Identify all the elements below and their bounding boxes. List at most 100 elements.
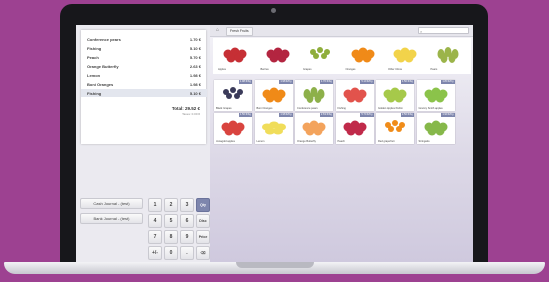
category-label: Berries <box>260 68 269 71</box>
order-line[interactable]: Peach 5.70 € <box>87 53 201 61</box>
berries-icon <box>263 42 293 63</box>
numpad-key[interactable]: 4 <box>148 214 162 228</box>
order-line-name: Fishing <box>87 45 102 51</box>
numpad-mode-⌫[interactable]: ⌫ <box>196 246 210 260</box>
grapefruit-icon <box>380 115 410 136</box>
numpad-key[interactable]: 7 <box>148 230 162 244</box>
product-name: Red grapefruit <box>378 140 395 143</box>
order-line-price: 5.10 € <box>189 45 201 51</box>
peach-icon <box>340 82 370 103</box>
order-panel: Conference pears 1.70 € Fishing 5.10 € Peach… <box>76 25 210 262</box>
numpad-mode-price[interactable]: Price <box>196 230 210 244</box>
numpad-key[interactable]: 1 <box>148 198 162 212</box>
order-taxes: Taxes: 0.00 € <box>182 112 200 116</box>
order-ticket: Conference pears 1.70 € Fishing 5.10 € Peach… <box>81 30 207 144</box>
category-tile[interactable]: Grapes <box>301 40 338 71</box>
order-line-name: Peach <box>87 54 99 60</box>
home-icon[interactable]: ⌂ <box>214 27 221 34</box>
product-card[interactable]: 1.70 €/Kg Conference pears <box>295 80 333 111</box>
product-card[interactable]: 1.98 €/Kg Black Grapes <box>214 80 252 111</box>
product-card[interactable]: 5.10 €/Kg Fishing <box>335 80 374 111</box>
category-tile[interactable]: Berries <box>259 40 296 71</box>
peach-icon <box>340 115 370 136</box>
apple-icon <box>218 115 248 136</box>
lemon-icon <box>259 115 289 136</box>
category-tile[interactable]: Pears <box>429 40 466 71</box>
category-label: Apples <box>218 68 226 71</box>
numpad-key[interactable]: 3 <box>180 198 194 212</box>
category-label: Oranges <box>345 68 356 71</box>
order-line[interactable]: Orange Butterfly 2.63 € <box>87 62 201 70</box>
order-line-price: 2.63 € <box>189 63 201 69</box>
product-name: Lemon <box>256 140 265 143</box>
product-name: Orange Butterfly <box>297 140 316 143</box>
numpad-key[interactable]: 6 <box>180 214 194 228</box>
payment-method-button[interactable]: Bank Journal - (test) <box>80 213 143 224</box>
apple-icon <box>421 82 451 103</box>
numpad-key[interactable]: +/- <box>148 246 162 260</box>
orange-icon <box>299 115 329 136</box>
product-name: Peach <box>337 140 345 143</box>
product-card[interactable]: 1.50 €/Kg Golden Apples Perlim <box>376 80 414 111</box>
order-line-name: Boni Oranges <box>87 81 114 87</box>
product-card[interactable]: 1.98 €/Kg Lemon <box>254 113 293 144</box>
numpad-key[interactable]: 0 <box>164 246 178 260</box>
oranges-icon <box>348 42 378 63</box>
grapes-icon <box>305 42 335 63</box>
product-card[interactable]: 1.90 €/Kg Stringatto <box>416 113 455 144</box>
camera-dot <box>271 8 276 13</box>
numpad-key[interactable]: 5 <box>164 214 178 228</box>
order-line[interactable]: Lemon 1.98 € <box>87 71 201 79</box>
category-label: Pears <box>430 68 438 71</box>
order-line[interactable]: Boni Oranges 1.98 € <box>87 80 201 88</box>
breadcrumb-category[interactable]: Fresh Fruits <box>226 27 253 36</box>
product-name: Golden Apples Perlim <box>378 107 403 110</box>
product-card[interactable]: 1.80 €/Kg Granny Smith apples <box>416 80 455 111</box>
apples-icon <box>220 42 250 63</box>
numpad-mode-disc[interactable]: Disc <box>196 214 210 228</box>
category-tile[interactable]: Oranges <box>344 40 381 71</box>
apple-icon <box>421 115 451 136</box>
laptop-notch <box>236 262 314 268</box>
order-line-name: Fishing <box>87 90 102 96</box>
search-icon: ⌕ <box>420 29 423 34</box>
payment-method-button[interactable]: Cash Journal - (test) <box>80 198 143 209</box>
order-line[interactable]: Conference pears 1.70 € <box>87 35 201 43</box>
numpad-key[interactable]: 9 <box>180 230 194 244</box>
product-name: Granny Smith apples <box>418 107 443 110</box>
order-line-price: 1.70 € <box>189 36 201 42</box>
order-line[interactable]: Fishing 5.10 € <box>87 44 201 52</box>
numpad-key[interactable]: . <box>180 246 194 260</box>
category-tile[interactable]: Other Citrus <box>386 40 423 71</box>
category-strip: Apples Berries Grapes Oranges Other Citrus Pe… <box>213 38 471 74</box>
order-line-price: 1.98 € <box>189 81 201 87</box>
order-line-price: 1.98 € <box>189 72 201 78</box>
apple-icon <box>380 82 410 103</box>
category-label: Other Citrus <box>388 68 402 71</box>
breadcrumb-bar: ⌂ Fresh Fruits ⌕ <box>210 25 473 43</box>
numpad-key[interactable]: 8 <box>164 230 178 244</box>
citrus-icon <box>390 42 420 63</box>
product-name: Stringatto <box>418 140 430 143</box>
product-card[interactable]: 1.98 €/Kg Boni Oranges <box>254 80 293 111</box>
numpad-mode-qty[interactable]: Qty <box>196 198 210 212</box>
product-name: Fishing <box>337 107 346 110</box>
category-tile[interactable]: Apples <box>216 40 253 71</box>
product-card[interactable]: 1.50 €/Kg Jonagold apples <box>214 113 252 144</box>
order-line-name: Orange Butterfly <box>87 63 119 69</box>
order-line-name: Lemon <box>87 72 101 78</box>
product-card[interactable]: 5.70 €/Kg Peach <box>335 113 374 144</box>
order-line[interactable]: Fishing 5.10 € <box>81 89 207 97</box>
product-name: Boni Oranges <box>256 107 273 110</box>
product-name: Black Grapes <box>216 107 232 110</box>
pears-icon <box>433 42 463 63</box>
order-line-price: 5.70 € <box>189 54 201 60</box>
order-line-name: Conference pears <box>87 36 121 42</box>
product-card[interactable]: 2.50 €/Kg Red grapefruit <box>376 113 414 144</box>
numpad-key[interactable]: 2 <box>164 198 178 212</box>
product-name: Conference pears <box>297 107 318 110</box>
search-box[interactable]: ⌕ <box>418 27 469 43</box>
product-name: Jonagold apples <box>216 140 235 143</box>
product-card[interactable]: 2.63 €/Kg Orange Butterfly <box>295 113 333 144</box>
pear-icon <box>299 82 329 103</box>
